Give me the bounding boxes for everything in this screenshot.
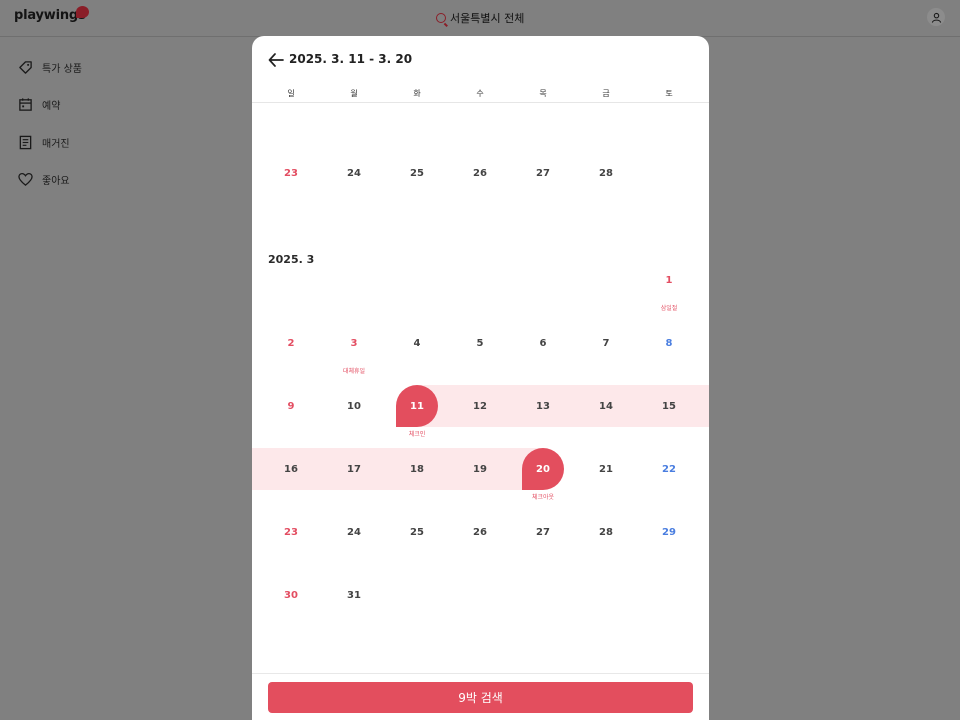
check-in-date[interactable]: 11 bbox=[396, 385, 438, 427]
top-bar: playwings 서울특별시 전체 bbox=[0, 0, 960, 37]
calendar-day[interactable]: 22 bbox=[648, 448, 690, 490]
weekday-label: 월 bbox=[350, 89, 358, 98]
weekday-label: 목 bbox=[539, 89, 547, 98]
weekday-label: 수 bbox=[476, 89, 484, 98]
day-annotation: 삼일절 bbox=[660, 305, 678, 312]
weekday-label: 화 bbox=[413, 89, 421, 98]
modal-header: 2025. 3. 11 - 3. 20 bbox=[252, 36, 709, 88]
calendar-day[interactable]: 19 bbox=[459, 448, 501, 490]
weekday-header: 일월화수목금토 bbox=[252, 88, 709, 103]
user-icon bbox=[931, 12, 941, 23]
calendar-day[interactable]: 9 bbox=[270, 385, 312, 427]
sidebar-item-reservation[interactable]: 예약 bbox=[18, 97, 60, 112]
calendar-day[interactable]: 26 bbox=[459, 152, 501, 194]
search-icon bbox=[436, 13, 446, 23]
location-search-label: 서울특별시 전체 bbox=[450, 12, 525, 25]
calendar-day[interactable]: 25 bbox=[396, 152, 438, 194]
calendar-day[interactable]: 31 bbox=[333, 574, 375, 616]
date-picker-modal: 2025. 3. 11 - 3. 20 일월화수목금토 23 24 25 26 27 28… bbox=[252, 36, 709, 720]
calendar-day[interactable]: 1 bbox=[648, 259, 690, 301]
calendar-day[interactable]: 27 bbox=[522, 511, 564, 553]
calendar-day[interactable]: 23 bbox=[270, 152, 312, 194]
logo[interactable]: playwings bbox=[14, 8, 86, 23]
calendar-day[interactable]: 24 bbox=[333, 152, 375, 194]
calendar-day[interactable]: 12 bbox=[459, 385, 501, 427]
calendar-day[interactable]: 6 bbox=[522, 322, 564, 364]
calendar-day[interactable]: 29 bbox=[648, 511, 690, 553]
calendar-day[interactable]: 14 bbox=[585, 385, 627, 427]
check-out-date[interactable]: 20 bbox=[522, 448, 564, 490]
calendar-day[interactable]: 5 bbox=[459, 322, 501, 364]
sidebar-item-label: 특가 상품 bbox=[42, 64, 82, 75]
sidebar-item-deals[interactable]: 특가 상품 bbox=[18, 60, 82, 75]
calendar-day[interactable]: 23 bbox=[270, 511, 312, 553]
day-annotation: 체크인 bbox=[408, 431, 426, 438]
sidebar-item-label: 좋아요 bbox=[42, 176, 70, 187]
location-search-button[interactable]: 서울특별시 전체 bbox=[436, 10, 524, 26]
calendar-day[interactable]: 25 bbox=[396, 511, 438, 553]
calendar-day[interactable]: 21 bbox=[585, 448, 627, 490]
calendar-day[interactable]: 7 bbox=[585, 322, 627, 364]
tag-icon bbox=[19, 61, 32, 74]
sidebar-item-magazine[interactable]: 매거진 bbox=[18, 135, 70, 150]
sidebar-item-likes[interactable]: 좋아요 bbox=[18, 172, 70, 187]
sidebar-item-label: 예약 bbox=[42, 101, 61, 112]
calendar-day[interactable]: 4 bbox=[396, 322, 438, 364]
selected-range-title: 2025. 3. 11 - 3. 20 bbox=[289, 52, 413, 66]
weekday-label: 토 bbox=[665, 89, 673, 98]
sidebar-item-label: 매거진 bbox=[42, 139, 70, 150]
calendar-day[interactable]: 13 bbox=[522, 385, 564, 427]
calendar-day[interactable]: 26 bbox=[459, 511, 501, 553]
calendar-day[interactable]: 27 bbox=[522, 152, 564, 194]
user-profile-button[interactable] bbox=[927, 8, 945, 26]
month-label: 2025. 3 bbox=[268, 253, 315, 266]
search-button[interactable]: 9박 검색 bbox=[268, 682, 693, 713]
day-annotation: 대체휴일 bbox=[342, 368, 366, 375]
calendar-scroll-area[interactable]: 23 24 25 26 27 28 2025. 3 1 삼일절 2 3 대체휴일 4 5 6 7 8 9 10 11 체… bbox=[252, 103, 709, 673]
calendar-day[interactable]: 2 bbox=[270, 322, 312, 364]
calendar-day[interactable]: 24 bbox=[333, 511, 375, 553]
calendar-day[interactable]: 10 bbox=[333, 385, 375, 427]
calendar-day[interactable]: 28 bbox=[585, 152, 627, 194]
calendar-day[interactable]: 30 bbox=[270, 574, 312, 616]
calendar-day[interactable]: 8 bbox=[648, 322, 690, 364]
calendar-day[interactable]: 3 bbox=[333, 322, 375, 364]
document-icon bbox=[19, 135, 32, 150]
calendar-icon bbox=[19, 98, 32, 111]
calendar-day[interactable]: 16 bbox=[270, 448, 312, 490]
calendar-day[interactable]: 17 bbox=[333, 448, 375, 490]
heart-icon bbox=[18, 172, 33, 186]
day-annotation: 체크아웃 bbox=[531, 494, 555, 501]
calendar-day[interactable]: 15 bbox=[648, 385, 690, 427]
modal-footer: 9박 검색 bbox=[252, 673, 709, 720]
weekday-label: 일 bbox=[287, 89, 295, 98]
weekday-label: 금 bbox=[602, 89, 610, 98]
back-arrow-icon[interactable] bbox=[268, 53, 284, 67]
calendar-day[interactable]: 28 bbox=[585, 511, 627, 553]
calendar-day[interactable]: 18 bbox=[396, 448, 438, 490]
logo-mark-icon bbox=[76, 6, 89, 18]
